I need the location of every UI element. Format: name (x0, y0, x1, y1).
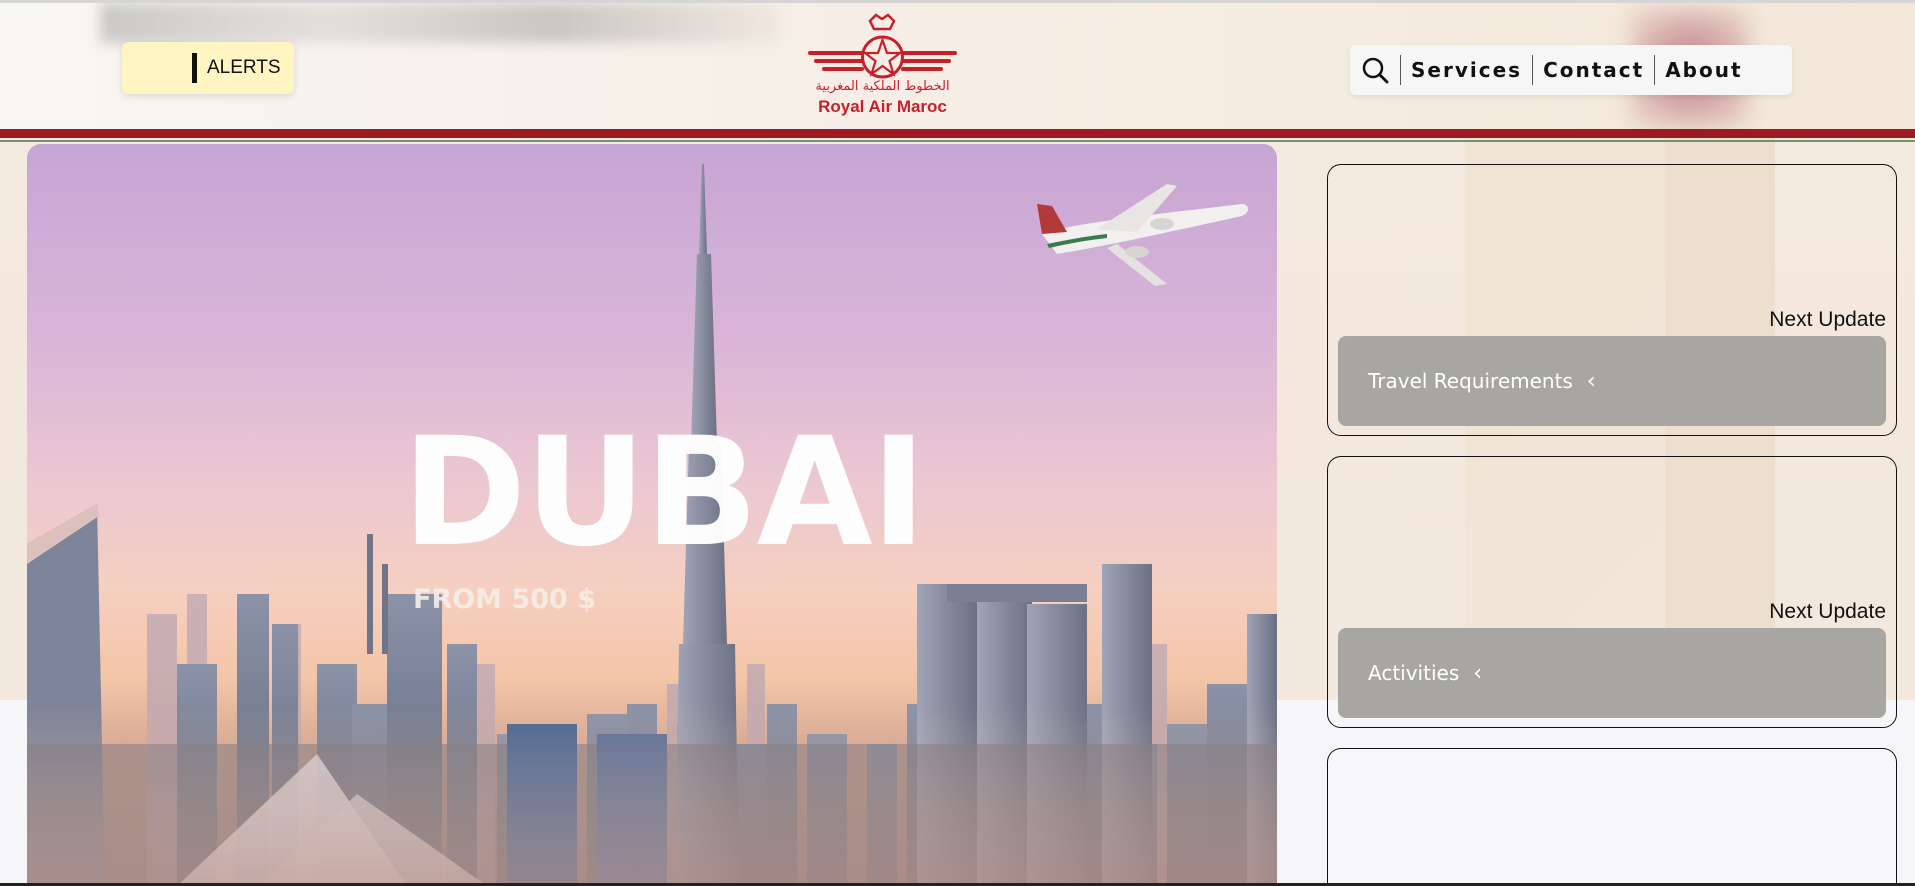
activities-button[interactable]: Activities ‹ (1338, 628, 1886, 718)
alerts-indicator (192, 53, 197, 83)
info-card-activities: Next Update Activities ‹ (1327, 456, 1897, 728)
alerts-label: ALERTS (207, 57, 281, 78)
search-icon[interactable] (1350, 45, 1400, 95)
hero-banner[interactable]: DUBAI FROM 500 $ (27, 144, 1277, 886)
activities-label: Activities (1368, 661, 1460, 685)
nav-services-link[interactable]: Services (1401, 58, 1532, 82)
next-update-label: Next Update (1769, 600, 1886, 623)
header-blurred-backdrop (100, 3, 780, 43)
logo-arabic-text: الخطوط الملكية المغربية (815, 79, 950, 94)
top-navigation: Services Contact About (1350, 45, 1792, 95)
alerts-button[interactable]: ALERTS (122, 42, 294, 94)
nav-about-link[interactable]: About (1655, 58, 1752, 82)
hero-destination-title: DUBAI (402, 406, 927, 580)
hero-price-label: FROM 500 $ (413, 584, 597, 615)
header-divider-accent (0, 140, 1915, 142)
travel-requirements-button[interactable]: Travel Requirements ‹ (1338, 336, 1886, 426)
header-divider (0, 129, 1915, 138)
info-card-empty (1327, 748, 1897, 886)
site-header: ALERTS الخطوط الملكية المغربية Royal Air… (0, 3, 1915, 129)
nav-contact-link[interactable]: Contact (1533, 58, 1654, 82)
chevron-left-icon: ‹ (1586, 368, 1596, 394)
chevron-left-icon: ‹ (1473, 660, 1483, 686)
logo-emblem (808, 13, 957, 79)
logo-brand-text: Royal Air Maroc (818, 97, 947, 116)
travel-requirements-label: Travel Requirements (1368, 369, 1573, 393)
royal-air-maroc-logo[interactable]: الخطوط الملكية المغربية Royal Air Maroc (800, 13, 965, 121)
next-update-label: Next Update (1769, 308, 1886, 331)
info-card-travel-requirements: Next Update Travel Requirements ‹ (1327, 164, 1897, 436)
